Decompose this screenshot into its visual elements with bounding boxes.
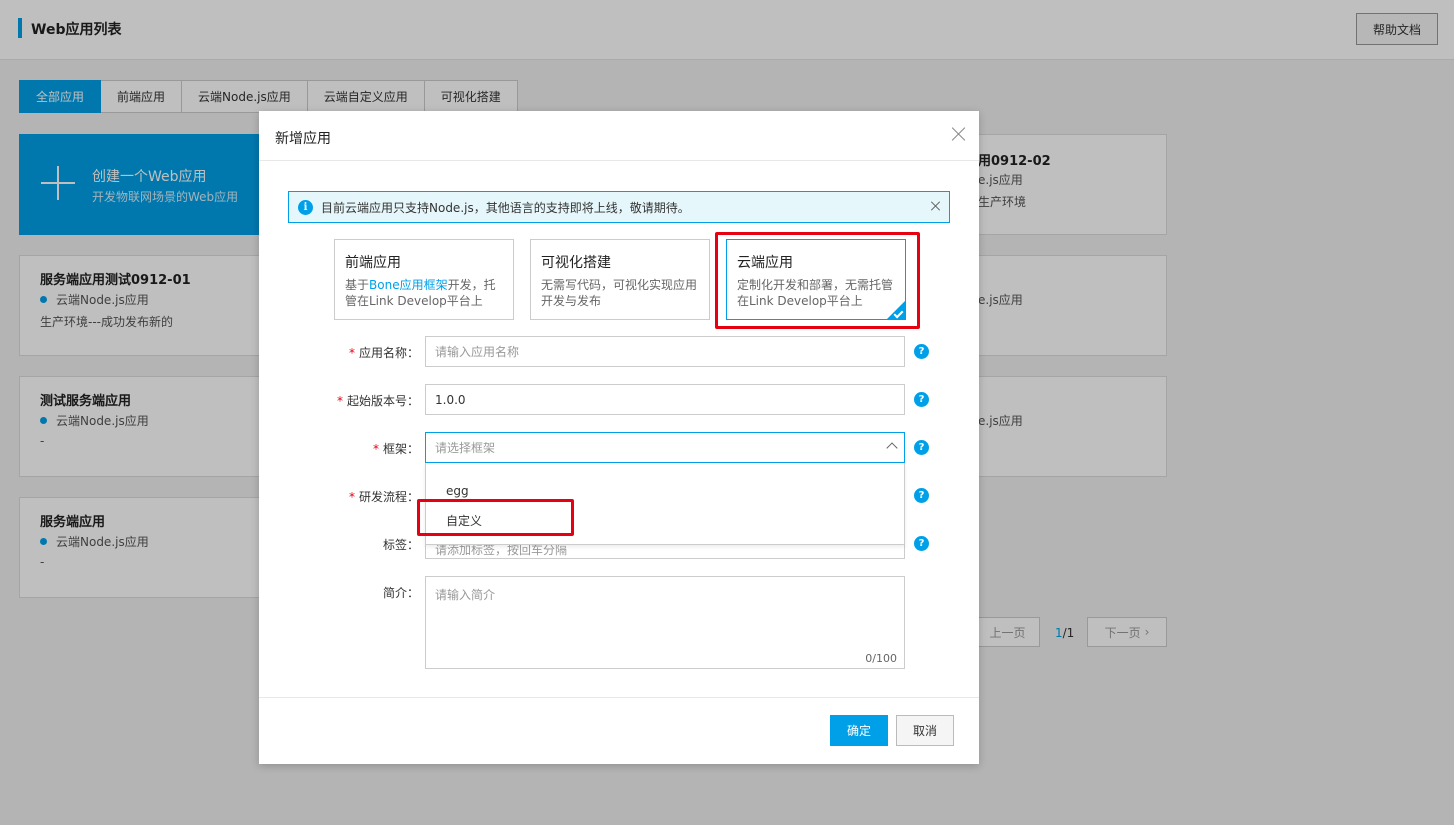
help-icon[interactable]: ? — [914, 536, 929, 551]
char-count: 0/100 — [865, 652, 897, 665]
type-card-visual-build[interactable]: 可视化搭建 无需写代码，可视化实现应用开发与发布 — [530, 239, 710, 320]
info-notice: i 目前云端应用只支持Node.js，其他语言的支持即将上线，敬请期待。 — [288, 191, 950, 223]
type-card-frontend[interactable]: 前端应用 基于Bone应用框架开发，托管在Link Develop平台上 — [334, 239, 514, 320]
notice-text: 目前云端应用只支持Node.js，其他语言的支持即将上线，敬请期待。 — [321, 200, 690, 215]
dev-flow-label: * 研发流程： — [348, 490, 419, 504]
help-icon[interactable]: ? — [914, 392, 929, 407]
type-card-title: 前端应用 — [345, 255, 401, 271]
bone-framework-link[interactable]: Bone应用框架 — [369, 278, 448, 292]
dialog-footer-divider — [259, 697, 979, 698]
chevron-up-icon — [886, 442, 898, 454]
intro-textarea[interactable]: 请输入简介 0/100 — [425, 576, 905, 669]
close-icon[interactable] — [952, 127, 966, 141]
info-icon: i — [298, 199, 313, 215]
type-card-desc: 无需写代码，可视化实现应用开发与发布 — [541, 278, 698, 308]
framework-option-egg[interactable]: egg — [446, 484, 469, 498]
new-app-dialog: 新增应用 i 目前云端应用只支持Node.js，其他语言的支持即将上线，敬请期待… — [259, 111, 979, 764]
intro-label: 简介： — [382, 586, 419, 600]
cancel-button[interactable]: 取消 — [896, 715, 954, 746]
help-icon[interactable]: ? — [914, 488, 929, 503]
framework-select[interactable]: 请选择框架 — [425, 432, 905, 463]
notice-close-icon[interactable] — [931, 201, 941, 211]
app-name-input[interactable]: 请输入应用名称 — [425, 336, 905, 367]
framework-label: * 框架： — [372, 442, 419, 456]
highlight-box — [417, 499, 574, 536]
highlight-box — [715, 232, 920, 329]
app-name-label: * 应用名称： — [348, 346, 419, 360]
version-input[interactable]: 1.0.0 — [425, 384, 905, 415]
type-card-desc: 基于Bone应用框架开发，托管在Link Develop平台上 — [345, 278, 496, 308]
dialog-title: 新增应用 — [275, 131, 331, 147]
help-icon[interactable]: ? — [914, 440, 929, 455]
dialog-header: 新增应用 — [259, 111, 979, 161]
confirm-button[interactable]: 确定 — [830, 715, 888, 746]
version-label: * 起始版本号： — [336, 394, 419, 408]
tags-label: 标签： — [382, 538, 419, 552]
help-icon[interactable]: ? — [914, 344, 929, 359]
type-card-title: 可视化搭建 — [541, 255, 611, 271]
